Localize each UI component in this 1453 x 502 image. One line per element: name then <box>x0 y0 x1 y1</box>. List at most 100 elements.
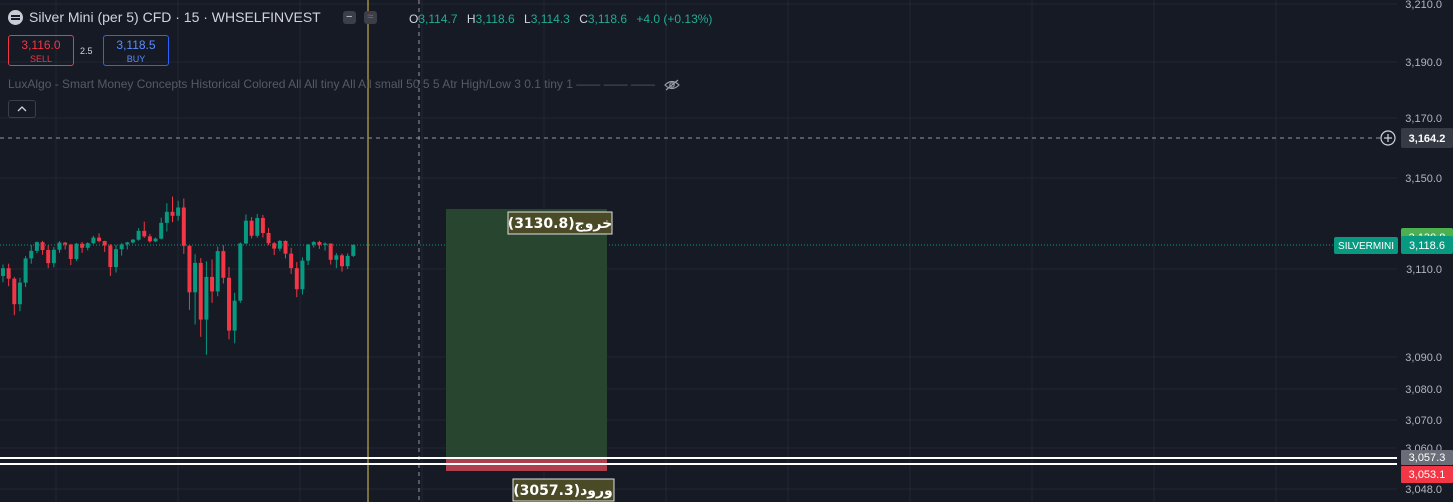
candle-body <box>68 244 73 259</box>
last-price-tag: SILVERMINI 3,118.6 <box>1334 236 1453 254</box>
sell-label: SELL <box>29 54 53 64</box>
candle-body <box>210 276 215 292</box>
candle-body <box>40 242 45 251</box>
sell-button[interactable]: 3,116.0 SELL <box>8 35 74 66</box>
candle-body <box>164 211 169 223</box>
symbol-title[interactable]: Silver Mini (per 5) CFD · 15 · WHSELFINV… <box>29 9 321 25</box>
candle-body <box>345 255 350 267</box>
candle-body <box>57 242 62 250</box>
candle-body <box>170 211 175 216</box>
candle-body <box>221 251 226 278</box>
collapse-legend-button[interactable] <box>8 100 36 118</box>
candle-body <box>187 245 192 293</box>
candle-body <box>277 240 282 249</box>
open-value: 3,114.7 <box>418 12 458 26</box>
price-chart[interactable]: 3,210.0 3,190.0 3,170.0 3,150.0 3,110.0 3,090… <box>0 0 1453 502</box>
candle-body <box>12 278 17 305</box>
candle-body <box>260 217 265 234</box>
symbol-label: SILVERMINI <box>1338 241 1394 252</box>
change-value: +4.0 (+0.13%) <box>636 12 713 26</box>
candle-body <box>272 243 277 249</box>
buy-label: BUY <box>126 54 146 64</box>
candle-body <box>193 262 198 293</box>
indicator-legend[interactable]: LuxAlgo - Smart Money Concepts Historica… <box>8 77 681 91</box>
price-tick-label: 3,170.0 <box>1405 113 1442 125</box>
profit-zone[interactable] <box>446 209 607 458</box>
symbol-legend: Silver Mini (per 5) CFD · 15 · WHSELFINV… <box>8 9 377 25</box>
candle-body <box>130 239 135 243</box>
candle-body <box>294 268 299 290</box>
candle-body <box>159 222 164 239</box>
candle-body <box>243 220 248 244</box>
candle-body <box>323 243 328 245</box>
entry-price-tag: 3,057.3 <box>1401 450 1453 465</box>
eye-off-icon[interactable] <box>664 79 681 91</box>
candle-body <box>23 258 28 283</box>
candle-body <box>198 262 203 320</box>
silver-coin-icon <box>8 9 23 25</box>
candle-body <box>6 268 11 279</box>
candle-body <box>63 242 68 245</box>
buy-button[interactable]: 3,118.5 BUY <box>103 35 169 66</box>
chevron-up-icon <box>17 106 27 112</box>
candle-body <box>29 250 34 259</box>
candle-body <box>232 300 237 331</box>
candle-body <box>255 217 260 236</box>
candle-body <box>125 242 130 245</box>
candle-body <box>300 260 305 290</box>
candle-body <box>91 237 96 244</box>
candle-body <box>1 268 5 277</box>
candle-body <box>181 207 186 246</box>
candle-body <box>306 244 311 261</box>
price-tick-label: 3,080.0 <box>1405 384 1442 396</box>
candle-body <box>328 243 333 260</box>
candle-body <box>266 233 271 244</box>
candle-body <box>46 250 51 264</box>
low-value: 3,114.3 <box>530 12 570 26</box>
candle-body <box>311 242 316 245</box>
candle-body <box>227 277 231 331</box>
candle-body <box>317 242 322 245</box>
candle-body <box>283 240 288 254</box>
candle-body <box>142 230 147 237</box>
stop-price-label: 3,053.1 <box>1409 469 1446 481</box>
candle-body <box>108 245 113 268</box>
sell-price: 3,116.0 <box>21 38 61 52</box>
price-tick-label: 3,210.0 <box>1405 0 1442 11</box>
price-tick-label: 3,090.0 <box>1405 352 1442 364</box>
high-label: H <box>466 12 476 26</box>
collapse-icon[interactable]: − <box>342 10 356 24</box>
high-value: 3,118.6 <box>475 12 515 26</box>
candle-body <box>215 251 220 292</box>
crosshair-price-label: 3,164.2 <box>1409 133 1446 145</box>
price-tick-label: 3,048.0 <box>1405 484 1442 496</box>
candle-body <box>176 207 181 216</box>
candle-body <box>34 242 39 251</box>
target-label: خروج(3130.8) <box>508 216 612 232</box>
price-tick-label: 3,110.0 <box>1406 264 1442 276</box>
candle-body <box>153 238 158 242</box>
candle-body <box>351 245 356 256</box>
candle-body <box>238 243 243 301</box>
low-label: L <box>524 12 531 26</box>
buy-price: 3,118.5 <box>116 38 156 52</box>
entry-price-label: 3,057.3 <box>1409 452 1446 464</box>
candle-body <box>334 255 339 260</box>
candle-body <box>102 241 107 246</box>
candle-body <box>74 243 79 259</box>
candle-body <box>97 237 102 242</box>
wave-icon[interactable]: ≈ <box>363 10 377 24</box>
candle-body <box>119 244 124 250</box>
candle-body <box>17 282 22 305</box>
price-tick-label: 3,190.0 <box>1405 57 1442 69</box>
price-tick-label: 3,070.0 <box>1405 415 1442 427</box>
candle-body <box>136 230 141 240</box>
price-tick-label: 3,150.0 <box>1405 173 1442 185</box>
ohlc-values: O3,114.7 H3,118.6 L3,114.3 C3,118.6 +4.0… <box>409 12 718 26</box>
candle-body <box>85 243 90 248</box>
candle-body <box>51 249 56 264</box>
entry-label: ورود(3057.3) <box>513 483 612 499</box>
close-label: C <box>579 12 588 26</box>
close-value: 3,118.6 <box>587 12 628 26</box>
candle-body <box>249 220 254 236</box>
